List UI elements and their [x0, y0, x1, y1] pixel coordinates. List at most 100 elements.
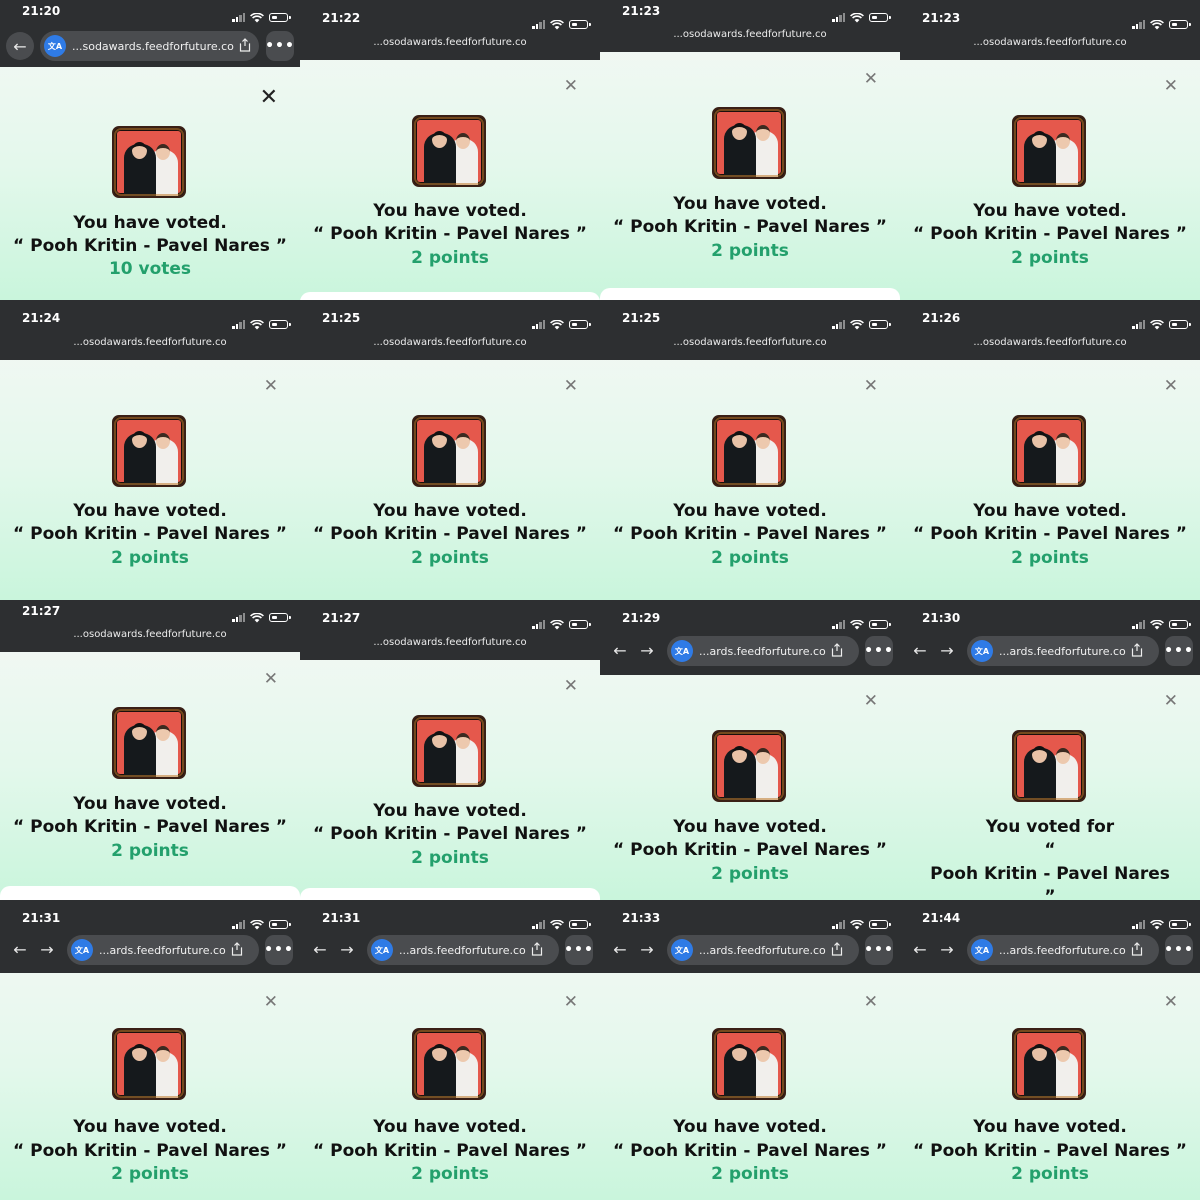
forward-button[interactable]: →: [633, 636, 661, 664]
nominee-photo: [112, 1028, 186, 1100]
share-icon[interactable]: [234, 37, 252, 56]
nominee-photo: [1012, 1028, 1086, 1100]
url-label[interactable]: ...osodawards.feedforfuture.co: [300, 637, 600, 648]
url-bar[interactable]: 文A ...ards.feedforfuture.co: [367, 935, 559, 965]
close-icon[interactable]: ✕: [864, 693, 878, 710]
more-menu-button[interactable]: •••: [265, 31, 294, 61]
close-icon[interactable]: ✕: [564, 994, 578, 1011]
close-icon[interactable]: ✕: [564, 378, 578, 395]
status-icons: [232, 8, 291, 27]
vote-screenshot: 21:23 ...osodawards.feedforfuture.co ✕ You …: [600, 0, 900, 300]
url-bar[interactable]: 文A ...sodawards.feedforfuture.co: [40, 31, 259, 61]
nominee-name: “ Pooh Kritin - Pavel Nares ”: [313, 224, 587, 244]
url-bar[interactable]: 文A ...ards.feedforfuture.co: [67, 935, 259, 965]
close-icon[interactable]: ✕: [564, 78, 578, 95]
close-icon[interactable]: ✕: [864, 994, 878, 1011]
close-icon[interactable]: ✕: [1164, 994, 1178, 1011]
back-button[interactable]: ←: [306, 935, 334, 963]
vote-confirmation-text: You voted for: [985, 817, 1115, 837]
vote-screenshot: 21:31 ← → 文A ...ards.feedforfuture.co ••• ✕ You…: [300, 900, 600, 1200]
share-icon[interactable]: [526, 941, 544, 960]
more-menu-button[interactable]: •••: [564, 935, 593, 965]
vote-confirmation-text: You have voted.: [73, 794, 227, 814]
back-button[interactable]: ←: [906, 636, 934, 664]
more-menu-button[interactable]: •••: [864, 935, 893, 965]
close-icon[interactable]: ✕: [1164, 693, 1178, 710]
translate-icon[interactable]: 文A: [671, 640, 693, 662]
vote-confirmation-text: You have voted.: [373, 1117, 527, 1137]
url-label[interactable]: ...osodawards.feedforfuture.co: [300, 37, 600, 48]
url-label[interactable]: ...osodawards.feedforfuture.co: [0, 629, 300, 640]
vote-confirmation-text: You have voted.: [73, 1117, 227, 1137]
vote-points: 2 points: [711, 1164, 789, 1184]
more-menu-button[interactable]: •••: [864, 636, 893, 666]
share-icon[interactable]: [1126, 642, 1144, 661]
more-menu-button[interactable]: •••: [1164, 636, 1193, 666]
close-icon[interactable]: ✕: [1164, 78, 1178, 95]
close-icon[interactable]: ✕: [864, 378, 878, 395]
browser-top-bar: 21:25 ...osodawards.feedforfuture.co: [600, 300, 900, 360]
share-icon[interactable]: [1126, 941, 1144, 960]
close-icon[interactable]: ✕: [864, 71, 878, 88]
status-time: 21:27: [322, 611, 361, 625]
close-icon[interactable]: ✕: [264, 671, 278, 688]
nominee-name: “ Pooh Kritin - Pavel Nares ”: [13, 236, 287, 256]
back-button[interactable]: ←: [606, 636, 634, 664]
nominee-name: “ Pooh Kritin - Pavel Nares ”: [13, 1141, 287, 1161]
sheet-edge: [300, 292, 600, 300]
url-label[interactable]: ...osodawards.feedforfuture.co: [900, 37, 1200, 48]
share-icon[interactable]: [826, 642, 844, 661]
battery-icon: [269, 13, 291, 22]
back-button[interactable]: ←: [6, 935, 34, 963]
close-icon[interactable]: ✕: [260, 87, 278, 109]
translate-icon[interactable]: 文A: [371, 939, 393, 961]
status-icons: [832, 315, 891, 334]
url-label[interactable]: ...osodawards.feedforfuture.co: [900, 337, 1200, 348]
wifi-icon: [250, 608, 264, 627]
translate-icon[interactable]: 文A: [971, 640, 993, 662]
translate-icon[interactable]: 文A: [44, 35, 66, 57]
vote-points: 2 points: [411, 848, 489, 868]
share-icon[interactable]: [826, 941, 844, 960]
browser-top-bar: 21:31 ← → 文A ...ards.feedforfuture.co •••: [0, 900, 300, 973]
forward-button[interactable]: →: [633, 935, 661, 963]
vote-screenshot: 21:23 ...osodawards.feedforfuture.co ✕ You …: [900, 0, 1200, 300]
url-label[interactable]: ...osodawards.feedforfuture.co: [600, 337, 900, 348]
url-label[interactable]: ...osodawards.feedforfuture.co: [0, 337, 300, 348]
url-bar[interactable]: 文A ...ards.feedforfuture.co: [667, 935, 859, 965]
translate-icon[interactable]: 文A: [671, 939, 693, 961]
nominee-name: “ Pooh Kritin - Pavel Nares ”: [613, 524, 887, 544]
close-icon[interactable]: ✕: [564, 678, 578, 695]
back-button[interactable]: ←: [606, 935, 634, 963]
wifi-icon: [850, 915, 864, 934]
battery-icon: [1169, 320, 1191, 329]
url-bar[interactable]: 文A ...ards.feedforfuture.co: [967, 636, 1159, 666]
forward-button[interactable]: →: [933, 935, 961, 963]
forward-button[interactable]: →: [33, 935, 61, 963]
wifi-icon: [1150, 915, 1164, 934]
nominee-name: “ Pooh Kritin - Pavel Nares ”: [913, 524, 1187, 544]
url-text: ...ards.feedforfuture.co: [699, 644, 826, 658]
more-menu-button[interactable]: •••: [264, 935, 293, 965]
battery-icon: [569, 320, 591, 329]
close-icon[interactable]: ✕: [264, 378, 278, 395]
vote-confirmation-text: You have voted.: [973, 201, 1127, 221]
url-label[interactable]: ...osodawards.feedforfuture.co: [300, 337, 600, 348]
signal-icon: [532, 320, 545, 329]
url-label[interactable]: ...osodawards.feedforfuture.co: [600, 29, 900, 40]
translate-icon[interactable]: 文A: [71, 939, 93, 961]
translate-icon[interactable]: 文A: [971, 939, 993, 961]
wifi-icon: [550, 915, 564, 934]
forward-button[interactable]: →: [333, 935, 361, 963]
url-bar[interactable]: 文A ...ards.feedforfuture.co: [967, 935, 1159, 965]
nominee-photo: [1012, 730, 1086, 802]
share-icon[interactable]: [226, 941, 244, 960]
close-icon[interactable]: ✕: [1164, 378, 1178, 395]
more-menu-button[interactable]: •••: [1164, 935, 1193, 965]
back-button[interactable]: ←: [6, 32, 34, 60]
url-bar[interactable]: 文A ...ards.feedforfuture.co: [667, 636, 859, 666]
signal-icon: [832, 13, 845, 22]
forward-button[interactable]: →: [933, 636, 961, 664]
close-icon[interactable]: ✕: [264, 994, 278, 1011]
back-button[interactable]: ←: [906, 935, 934, 963]
